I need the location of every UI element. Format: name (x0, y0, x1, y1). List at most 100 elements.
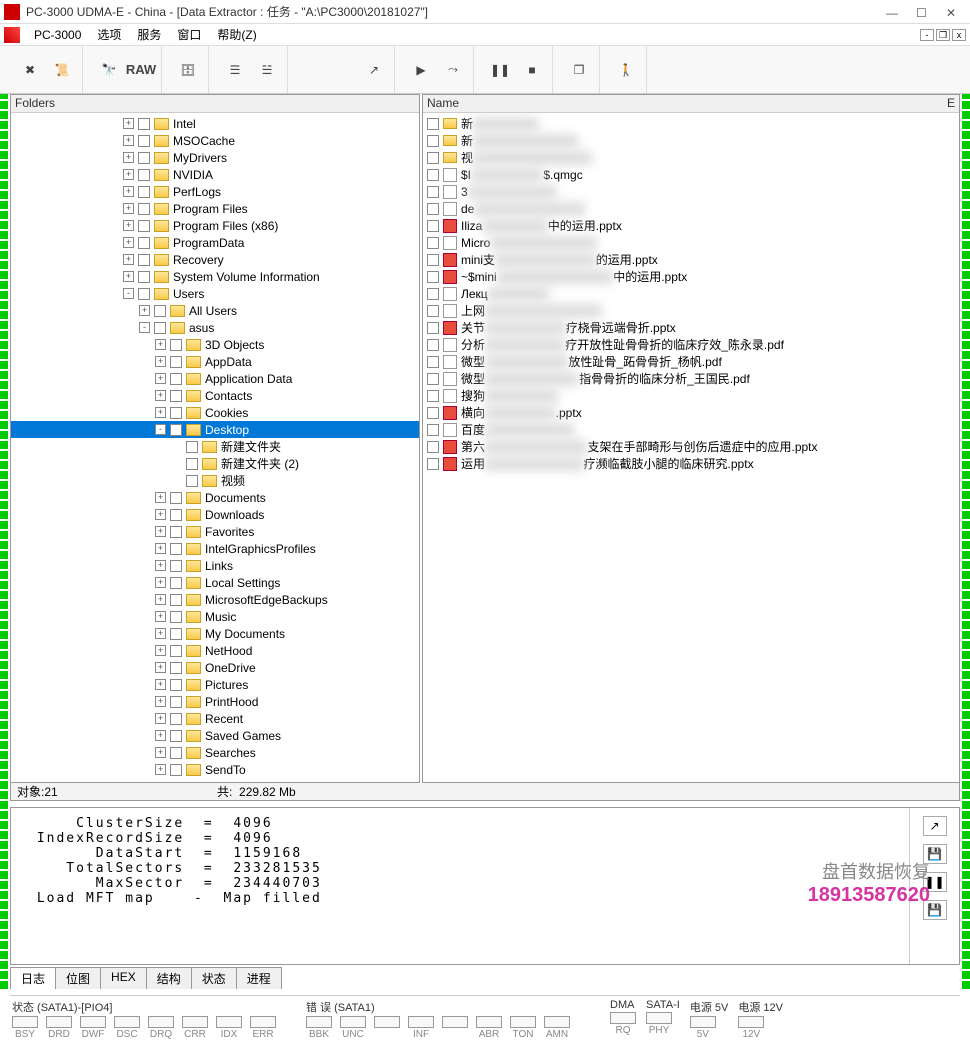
menu-options[interactable]: 选项 (89, 24, 129, 45)
expander-icon[interactable]: + (155, 628, 166, 639)
tree-row[interactable]: +Favorites (11, 523, 419, 540)
tree-row[interactable]: +Searches (11, 744, 419, 761)
tree-row[interactable]: -asus (11, 319, 419, 336)
tree-row[interactable]: +ProgramData (11, 234, 419, 251)
checkbox[interactable] (170, 492, 182, 504)
tree-row[interactable]: +Recent (11, 710, 419, 727)
checkbox[interactable] (427, 203, 439, 215)
file-row[interactable]: Iliza████中的运用.pptx (423, 217, 959, 234)
menu-app[interactable]: PC-3000 (26, 26, 89, 44)
checkbox[interactable] (138, 203, 150, 215)
tab-bitmap[interactable]: 位图 (55, 967, 101, 989)
column-name[interactable]: Name (427, 96, 947, 111)
checkbox[interactable] (170, 390, 182, 402)
tree-row[interactable]: +Pictures (11, 676, 419, 693)
expander-icon[interactable]: + (123, 203, 134, 214)
tab-struct[interactable]: 结构 (146, 967, 192, 989)
checkbox[interactable] (186, 458, 198, 470)
checkbox[interactable] (186, 441, 198, 453)
expander-icon[interactable]: - (123, 288, 134, 299)
checkbox[interactable] (427, 424, 439, 436)
play-icon[interactable]: ▶ (407, 56, 435, 84)
expander-icon[interactable] (171, 475, 182, 486)
checkbox[interactable] (170, 730, 182, 742)
checkbox[interactable] (427, 186, 439, 198)
checkbox[interactable] (138, 288, 150, 300)
file-row[interactable]: 分析████疗开放性趾骨骨折的临床疗效_陈永录.pdf (423, 336, 959, 353)
file-row[interactable]: 上网████ (423, 302, 959, 319)
checkbox[interactable] (170, 662, 182, 674)
checkbox[interactable] (427, 237, 439, 249)
checkbox[interactable] (427, 118, 439, 130)
checkbox[interactable] (427, 169, 439, 181)
tab-status[interactable]: 状态 (191, 967, 237, 989)
checkbox[interactable] (170, 526, 182, 538)
expander-icon[interactable]: + (155, 509, 166, 520)
tree-row[interactable]: +Saved Games (11, 727, 419, 744)
list-icon[interactable]: ☰ (221, 56, 249, 84)
checkbox[interactable] (170, 424, 182, 436)
tree-row[interactable]: +OneDrive (11, 659, 419, 676)
tree-row[interactable]: +MicrosoftEdgeBackups (11, 591, 419, 608)
expander-icon[interactable]: + (123, 152, 134, 163)
expander-icon[interactable]: + (123, 118, 134, 129)
checkbox[interactable] (427, 458, 439, 470)
file-row[interactable]: Лекц████ (423, 285, 959, 302)
tree-row[interactable]: -Users (11, 285, 419, 302)
checkbox[interactable] (427, 135, 439, 147)
checkbox[interactable] (138, 152, 150, 164)
log-pause-icon[interactable]: ❚❚ (923, 872, 947, 892)
log-save-icon[interactable]: 💾 (923, 844, 947, 864)
tree-row[interactable]: +Music (11, 608, 419, 625)
file-row[interactable]: 第六████支架在手部畸形与创伤后遗症中的应用.pptx (423, 438, 959, 455)
expander-icon[interactable]: + (123, 135, 134, 146)
tree-row[interactable]: +Local Settings (11, 574, 419, 591)
checkbox[interactable] (170, 764, 182, 776)
play-alt-icon[interactable]: ⤳ (439, 56, 467, 84)
checkbox[interactable] (170, 509, 182, 521)
tools-icon[interactable]: ✖ (16, 56, 44, 84)
expander-icon[interactable]: + (139, 305, 150, 316)
checkbox[interactable] (427, 339, 439, 351)
file-row[interactable]: 3████ (423, 183, 959, 200)
raw-button[interactable]: RAW (127, 56, 155, 84)
tree-row[interactable]: +NetHood (11, 642, 419, 659)
expander-icon[interactable]: + (155, 543, 166, 554)
checkbox[interactable] (170, 594, 182, 606)
expander-icon[interactable]: - (139, 322, 150, 333)
checkbox[interactable] (138, 254, 150, 266)
expander-icon[interactable]: + (155, 526, 166, 537)
file-row[interactable]: Micro████ (423, 234, 959, 251)
checkbox[interactable] (154, 322, 166, 334)
expander-icon[interactable]: + (155, 764, 166, 775)
checkbox[interactable] (170, 611, 182, 623)
checkbox[interactable] (170, 373, 182, 385)
minimize-button[interactable]: — (886, 6, 898, 18)
expander-icon[interactable]: + (155, 679, 166, 690)
checkbox[interactable] (170, 679, 182, 691)
tree-row[interactable]: +My Documents (11, 625, 419, 642)
checkbox[interactable] (170, 356, 182, 368)
expander-icon[interactable]: + (155, 356, 166, 367)
expander-icon[interactable]: + (155, 713, 166, 724)
checkbox[interactable] (427, 390, 439, 402)
file-row[interactable]: mini支████的运用.pptx (423, 251, 959, 268)
tree-row[interactable]: +System Volume Information (11, 268, 419, 285)
binoculars-icon[interactable]: 🔭 (95, 56, 123, 84)
log-save2-icon[interactable]: 💾 (923, 900, 947, 920)
expander-icon[interactable]: + (155, 747, 166, 758)
tree-row[interactable]: +All Users (11, 302, 419, 319)
tree-row[interactable]: +MyDrivers (11, 149, 419, 166)
file-row[interactable]: 关节████疗桡骨远端骨折.pptx (423, 319, 959, 336)
tree-row[interactable]: +Intel (11, 115, 419, 132)
log-text[interactable]: ClusterSize = 4096 IndexRecordSize = 409… (11, 808, 909, 964)
mdi-restore[interactable]: ❐ (936, 29, 950, 41)
close-button[interactable]: ✕ (946, 6, 958, 18)
tree-row[interactable]: +3D Objects (11, 336, 419, 353)
expander-icon[interactable]: + (155, 645, 166, 656)
tree-row[interactable]: +Downloads (11, 506, 419, 523)
checkbox[interactable] (427, 271, 439, 283)
expander-icon[interactable]: + (123, 220, 134, 231)
checkbox[interactable] (170, 560, 182, 572)
checkbox[interactable] (170, 628, 182, 640)
